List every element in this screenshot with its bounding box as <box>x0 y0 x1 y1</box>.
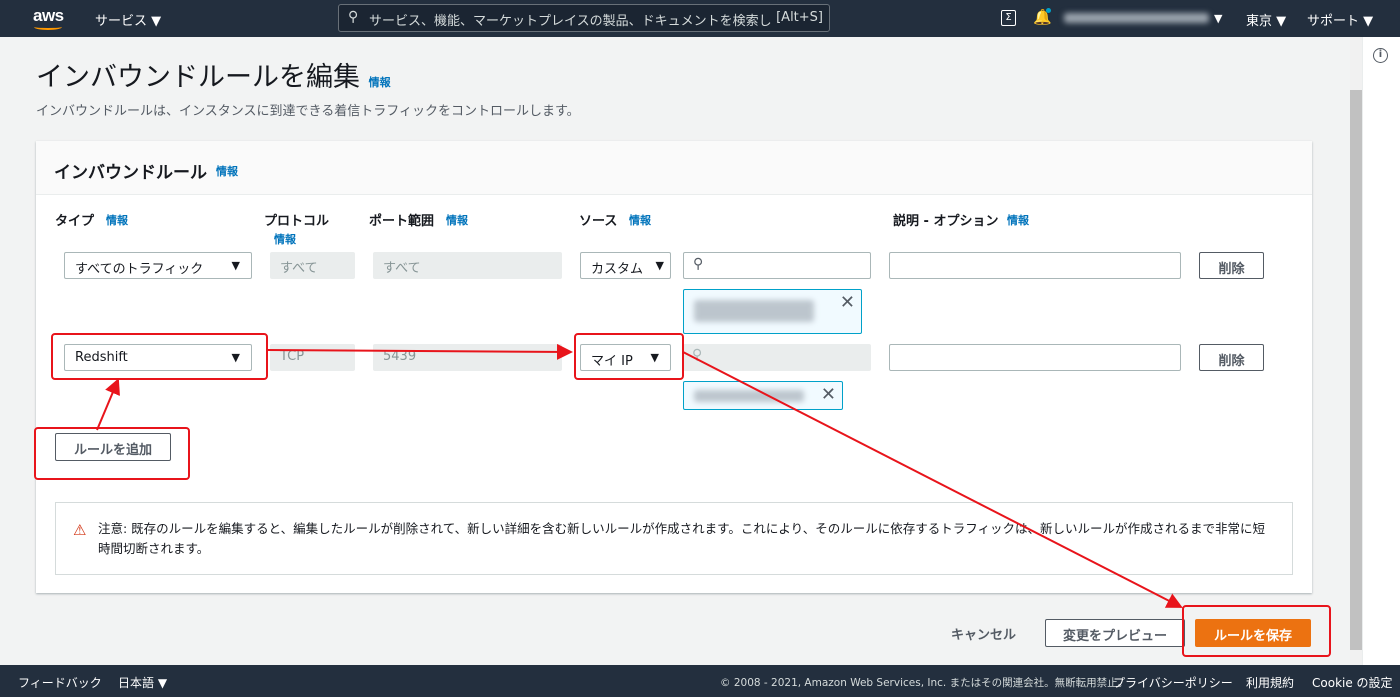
annotation-arrow-add-rule-to-type <box>96 378 120 431</box>
annotation-box-source <box>574 333 684 380</box>
feedback-link[interactable]: フィードバック <box>18 674 102 691</box>
footer: フィードバック 日本語 ▼ © 2008 - 2021, Amazon Web … <box>0 665 1400 697</box>
privacy-link[interactable]: プライバシーポリシー <box>1113 674 1233 691</box>
terms-link[interactable]: 利用規約 <box>1246 674 1294 691</box>
cookie-settings-link[interactable]: Cookie の設定 <box>1312 674 1393 691</box>
annotation-box-save <box>1182 605 1331 657</box>
annotation-box-add-rule <box>34 427 190 480</box>
annotation-box-type <box>51 333 268 380</box>
copyright: © 2008 - 2021, Amazon Web Services, Inc.… <box>720 677 1129 689</box>
language-selector[interactable]: 日本語 ▼ <box>118 674 167 691</box>
annotation-arrow-source-to-save <box>682 351 1183 608</box>
annotation-overlay <box>34 333 1331 657</box>
annotation-arrow-type-to-source <box>266 343 573 360</box>
